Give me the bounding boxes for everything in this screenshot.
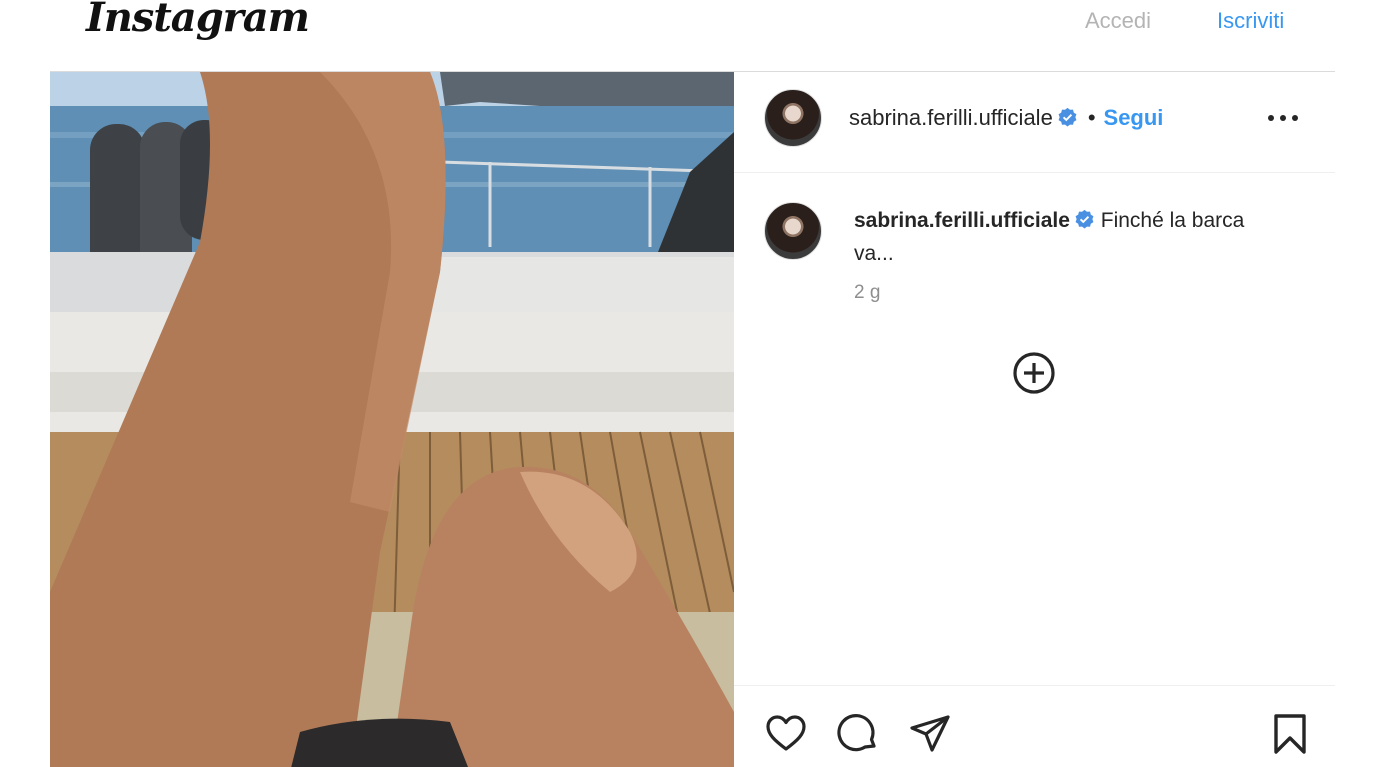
caption: sabrina.ferilli.ufficiale Finché la barc… — [854, 204, 1284, 270]
follow-button[interactable]: Segui — [1104, 105, 1164, 130]
bookmark-icon[interactable] — [1268, 712, 1312, 756]
verified-badge-icon — [1075, 209, 1094, 229]
username-link[interactable]: sabrina.ferilli.ufficiale — [849, 105, 1053, 130]
post-card: sabrina.ferilli.ufficiale • Segui sabrina… — [50, 71, 1335, 767]
post-author-row: sabrina.ferilli.ufficiale • Segui — [849, 105, 1163, 131]
login-link[interactable]: Accedi — [1085, 8, 1151, 34]
signup-link[interactable]: Iscriviti — [1217, 8, 1284, 34]
paper-plane-icon[interactable] — [908, 712, 952, 756]
avatar[interactable] — [764, 89, 822, 147]
post-photo-image — [50, 72, 734, 767]
divider — [734, 172, 1335, 173]
caption-avatar[interactable] — [764, 202, 822, 260]
plus-circle-icon[interactable] — [1012, 351, 1056, 395]
post-details-panel: sabrina.ferilli.ufficiale • Segui sabrina… — [734, 72, 1335, 767]
verified-badge-icon — [1058, 107, 1077, 127]
more-options-icon[interactable] — [1266, 108, 1300, 128]
post-photo[interactable] — [50, 72, 734, 767]
post-timestamp: 2 g — [854, 282, 881, 303]
heart-icon[interactable] — [764, 712, 808, 756]
separator-dot: • — [1087, 105, 1096, 130]
instagram-logo[interactable]: Instagram — [86, 0, 310, 41]
comment-icon[interactable] — [836, 712, 880, 756]
caption-username[interactable]: sabrina.ferilli.ufficiale — [854, 209, 1070, 232]
divider — [734, 685, 1335, 686]
